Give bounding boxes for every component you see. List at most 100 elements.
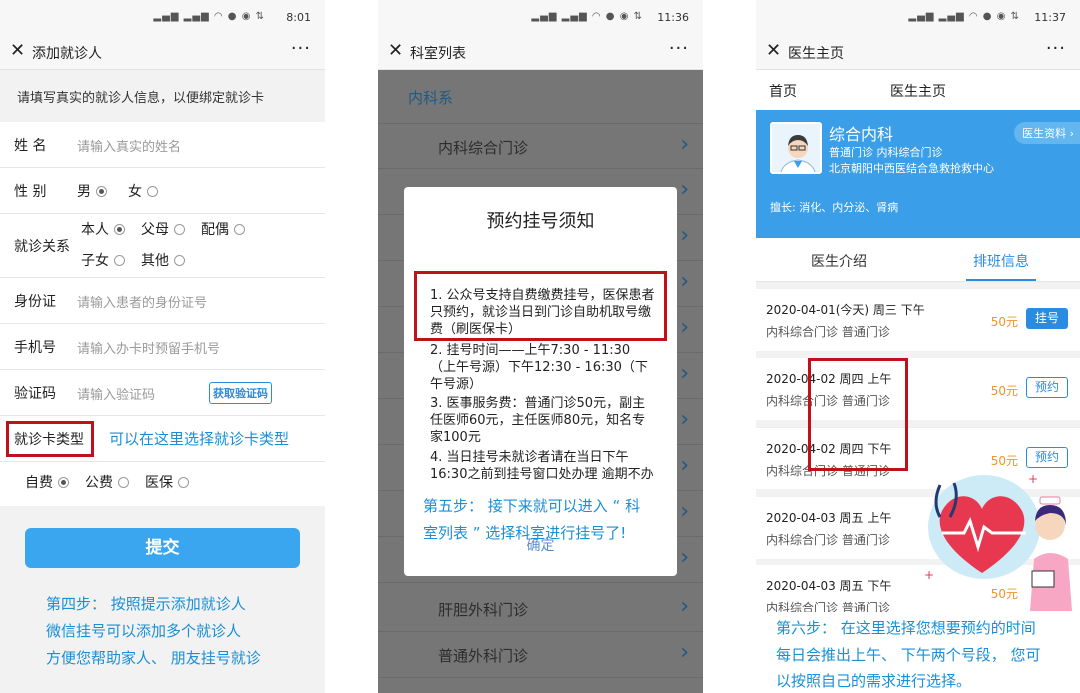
- phone-input[interactable]: 请输入办卡时预留手机号: [77, 338, 220, 357]
- nav-bar: ✕ 科室列表 ···: [378, 34, 703, 70]
- department-name: 普通外科门诊: [438, 647, 529, 665]
- step-note-line: 第六步： 在这里选择您想要预约的时间: [776, 619, 1036, 637]
- tab-schedule[interactable]: 排班信息: [973, 251, 1029, 271]
- clock: 8:01: [286, 11, 311, 24]
- step-note-line: 微信挂号可以添加多个就诊人: [46, 622, 242, 640]
- clock: 11:37: [1034, 11, 1066, 24]
- doctor-department: 综合内科: [829, 125, 894, 144]
- schedule-slot: 2020-04-01(今天) 周三 下午 内科综合门诊 普通门诊 50元 挂号: [756, 289, 1080, 351]
- relation-row: 就诊关系 本人 父母 配偶 子女 其他: [0, 214, 325, 278]
- gender-row: 性 别 男 女: [0, 168, 325, 214]
- get-code-button[interactable]: 获取验证码: [209, 382, 272, 404]
- close-icon[interactable]: ✕: [766, 40, 781, 61]
- doctor-avatar-icon: [772, 124, 820, 172]
- relation-option-child[interactable]: 子女: [81, 250, 125, 270]
- breadcrumb-home[interactable]: 首页: [769, 81, 797, 101]
- card-option-self-pay[interactable]: 自费: [25, 472, 69, 492]
- chevron-right-icon: ›: [680, 640, 689, 665]
- more-icon[interactable]: ···: [1046, 38, 1066, 59]
- radio-icon: [147, 186, 158, 197]
- section-header: 内科系: [408, 89, 454, 107]
- submit-button[interactable]: 提交: [25, 528, 300, 568]
- radio-icon: [118, 477, 129, 488]
- register-button[interactable]: 挂号: [1026, 308, 1068, 329]
- schedule-slot: 2020-04-02 周四 上午 内科综合门诊 普通门诊 50元 预约: [756, 358, 1080, 420]
- department-item[interactable]: 内科综合门诊 ›: [378, 123, 703, 169]
- phone-doctor-home: ▂▄▆ ▂▄▆ ◠ ● ◉ ⇅ 11:37 ✕ 医生主页 ··· 首页 医生主页…: [756, 0, 1080, 693]
- relation-option-spouse[interactable]: 配偶: [201, 219, 245, 239]
- card-option-public[interactable]: 公费: [85, 472, 129, 492]
- chevron-right-icon: ›: [1069, 127, 1074, 140]
- rule-item: 3. 医事服务费：普通门诊50元，副主任医师60元，主任医师80元，知名专家10…: [430, 396, 646, 445]
- nav-bar: ✕ 医生主页 ···: [756, 34, 1080, 70]
- slot-fee: 50元: [990, 315, 1018, 329]
- card-options-row: 自费 公费 医保: [0, 462, 325, 506]
- doctor-specialty: 擅长: 消化、内分泌、肾病: [770, 201, 899, 214]
- doctor-clinic-types: 普通门诊 内科综合门诊: [829, 146, 943, 159]
- id-input[interactable]: 请输入患者的身份证号: [77, 292, 207, 311]
- status-bar: ▂▄▆ ▂▄▆ ◠ ● ◉ ⇅ 8:01: [0, 0, 325, 34]
- breadcrumb-current: 医生主页: [890, 84, 946, 100]
- chevron-right-icon: ›: [680, 177, 689, 202]
- department-name: 肝胆外科门诊: [438, 601, 529, 619]
- close-icon[interactable]: ✕: [388, 40, 403, 61]
- info-notice: 请填写真实的就诊人信息，以便绑定就诊卡: [0, 70, 325, 122]
- reserve-button[interactable]: 预约: [1026, 377, 1068, 398]
- id-row: 身份证 请输入患者的身份证号: [0, 278, 325, 324]
- chevron-right-icon: ›: [680, 223, 689, 248]
- doctor-banner: 综合内科 普通门诊 内科综合门诊 北京朝阳中西医结合急救抢救中心 医生资料 › …: [756, 110, 1080, 238]
- chevron-right-icon: ›: [680, 594, 689, 619]
- close-icon[interactable]: ✕: [10, 40, 25, 61]
- phone-department-list: ▂▄▆ ▂▄▆ ◠ ● ◉ ⇅ 11:36 ✕ 科室列表 ··· 内科系 内科综…: [378, 0, 703, 693]
- chevron-right-icon: ›: [680, 545, 689, 570]
- step-note-line: 每日会推出上午、 下午两个号段， 您可: [776, 646, 1041, 664]
- status-icons: ▂▄▆ ▂▄▆ ◠ ● ◉ ⇅: [153, 11, 265, 22]
- svg-text:+: +: [1028, 472, 1038, 486]
- slot-clinic: 内科综合门诊 普通门诊: [766, 533, 890, 547]
- gender-option-female[interactable]: 女: [128, 181, 158, 201]
- phone-label: 手机号: [14, 340, 56, 356]
- chevron-right-icon: ›: [680, 132, 689, 157]
- chevron-right-icon: ›: [680, 361, 689, 386]
- phone-row: 手机号 请输入办卡时预留手机号: [0, 324, 325, 370]
- gender-option-male[interactable]: 男: [77, 181, 107, 201]
- name-input[interactable]: 请输入真实的姓名: [77, 136, 181, 155]
- annotation-highlight-box: [414, 271, 667, 341]
- dialog-title: 预约挂号须知: [486, 211, 595, 232]
- step-note-line: 第四步： 按照提示添加就诊人: [46, 595, 246, 613]
- id-label: 身份证: [14, 294, 56, 310]
- department-item[interactable]: 普通外科门诊 ›: [378, 632, 703, 678]
- tab-bar: 医生介绍 排班信息: [756, 238, 1080, 282]
- step-note-line: 方便您帮助家人、 朋友挂号就诊: [46, 649, 261, 667]
- slot-date: 2020-04-03 周五 上午: [766, 511, 892, 525]
- nurse-heart-illustration-icon: + +: [924, 472, 1072, 611]
- doctor-avatar: [770, 122, 822, 174]
- relation-option-other[interactable]: 其他: [141, 250, 185, 270]
- page-title: 科室列表: [410, 46, 466, 62]
- chevron-right-icon: ›: [680, 315, 689, 340]
- doctor-profile-button[interactable]: 医生资料 ›: [1014, 122, 1080, 144]
- radio-icon: [114, 255, 125, 266]
- department-item[interactable]: 肝胆外科门诊 ›: [378, 586, 703, 632]
- relation-label: 就诊关系: [14, 239, 70, 255]
- tab-doctor-intro[interactable]: 医生介绍: [811, 251, 867, 271]
- status-bar: ▂▄▆ ▂▄▆ ◠ ● ◉ ⇅ 11:36: [378, 0, 703, 34]
- clock: 11:36: [657, 11, 689, 24]
- phone-add-patient: ▂▄▆ ▂▄▆ ◠ ● ◉ ⇅ 8:01 ✕ 添加就诊人 ··· 请填写真实的就…: [0, 0, 325, 693]
- more-icon[interactable]: ···: [669, 38, 689, 59]
- relation-option-parents[interactable]: 父母: [141, 219, 185, 239]
- slot-date: 2020-04-01(今天) 周三 下午: [766, 303, 925, 317]
- code-label: 验证码: [14, 386, 56, 402]
- slot-clinic: 内科综合门诊 普通门诊: [766, 325, 890, 339]
- code-input[interactable]: 请输入验证码: [77, 384, 155, 403]
- status-bar: ▂▄▆ ▂▄▆ ◠ ● ◉ ⇅ 11:37: [756, 0, 1080, 34]
- radio-icon: [174, 224, 185, 235]
- relation-option-self[interactable]: 本人: [81, 219, 125, 239]
- annotation-highlight-box: [6, 421, 94, 457]
- step-note-line: 室列表 ” 选择科室进行挂号了!: [423, 524, 627, 542]
- more-icon[interactable]: ···: [291, 38, 311, 59]
- chevron-right-icon: ›: [680, 407, 689, 432]
- svg-text:+: +: [924, 568, 934, 582]
- card-option-insurance[interactable]: 医保: [145, 472, 189, 492]
- annotation-highlight-box: [808, 358, 908, 471]
